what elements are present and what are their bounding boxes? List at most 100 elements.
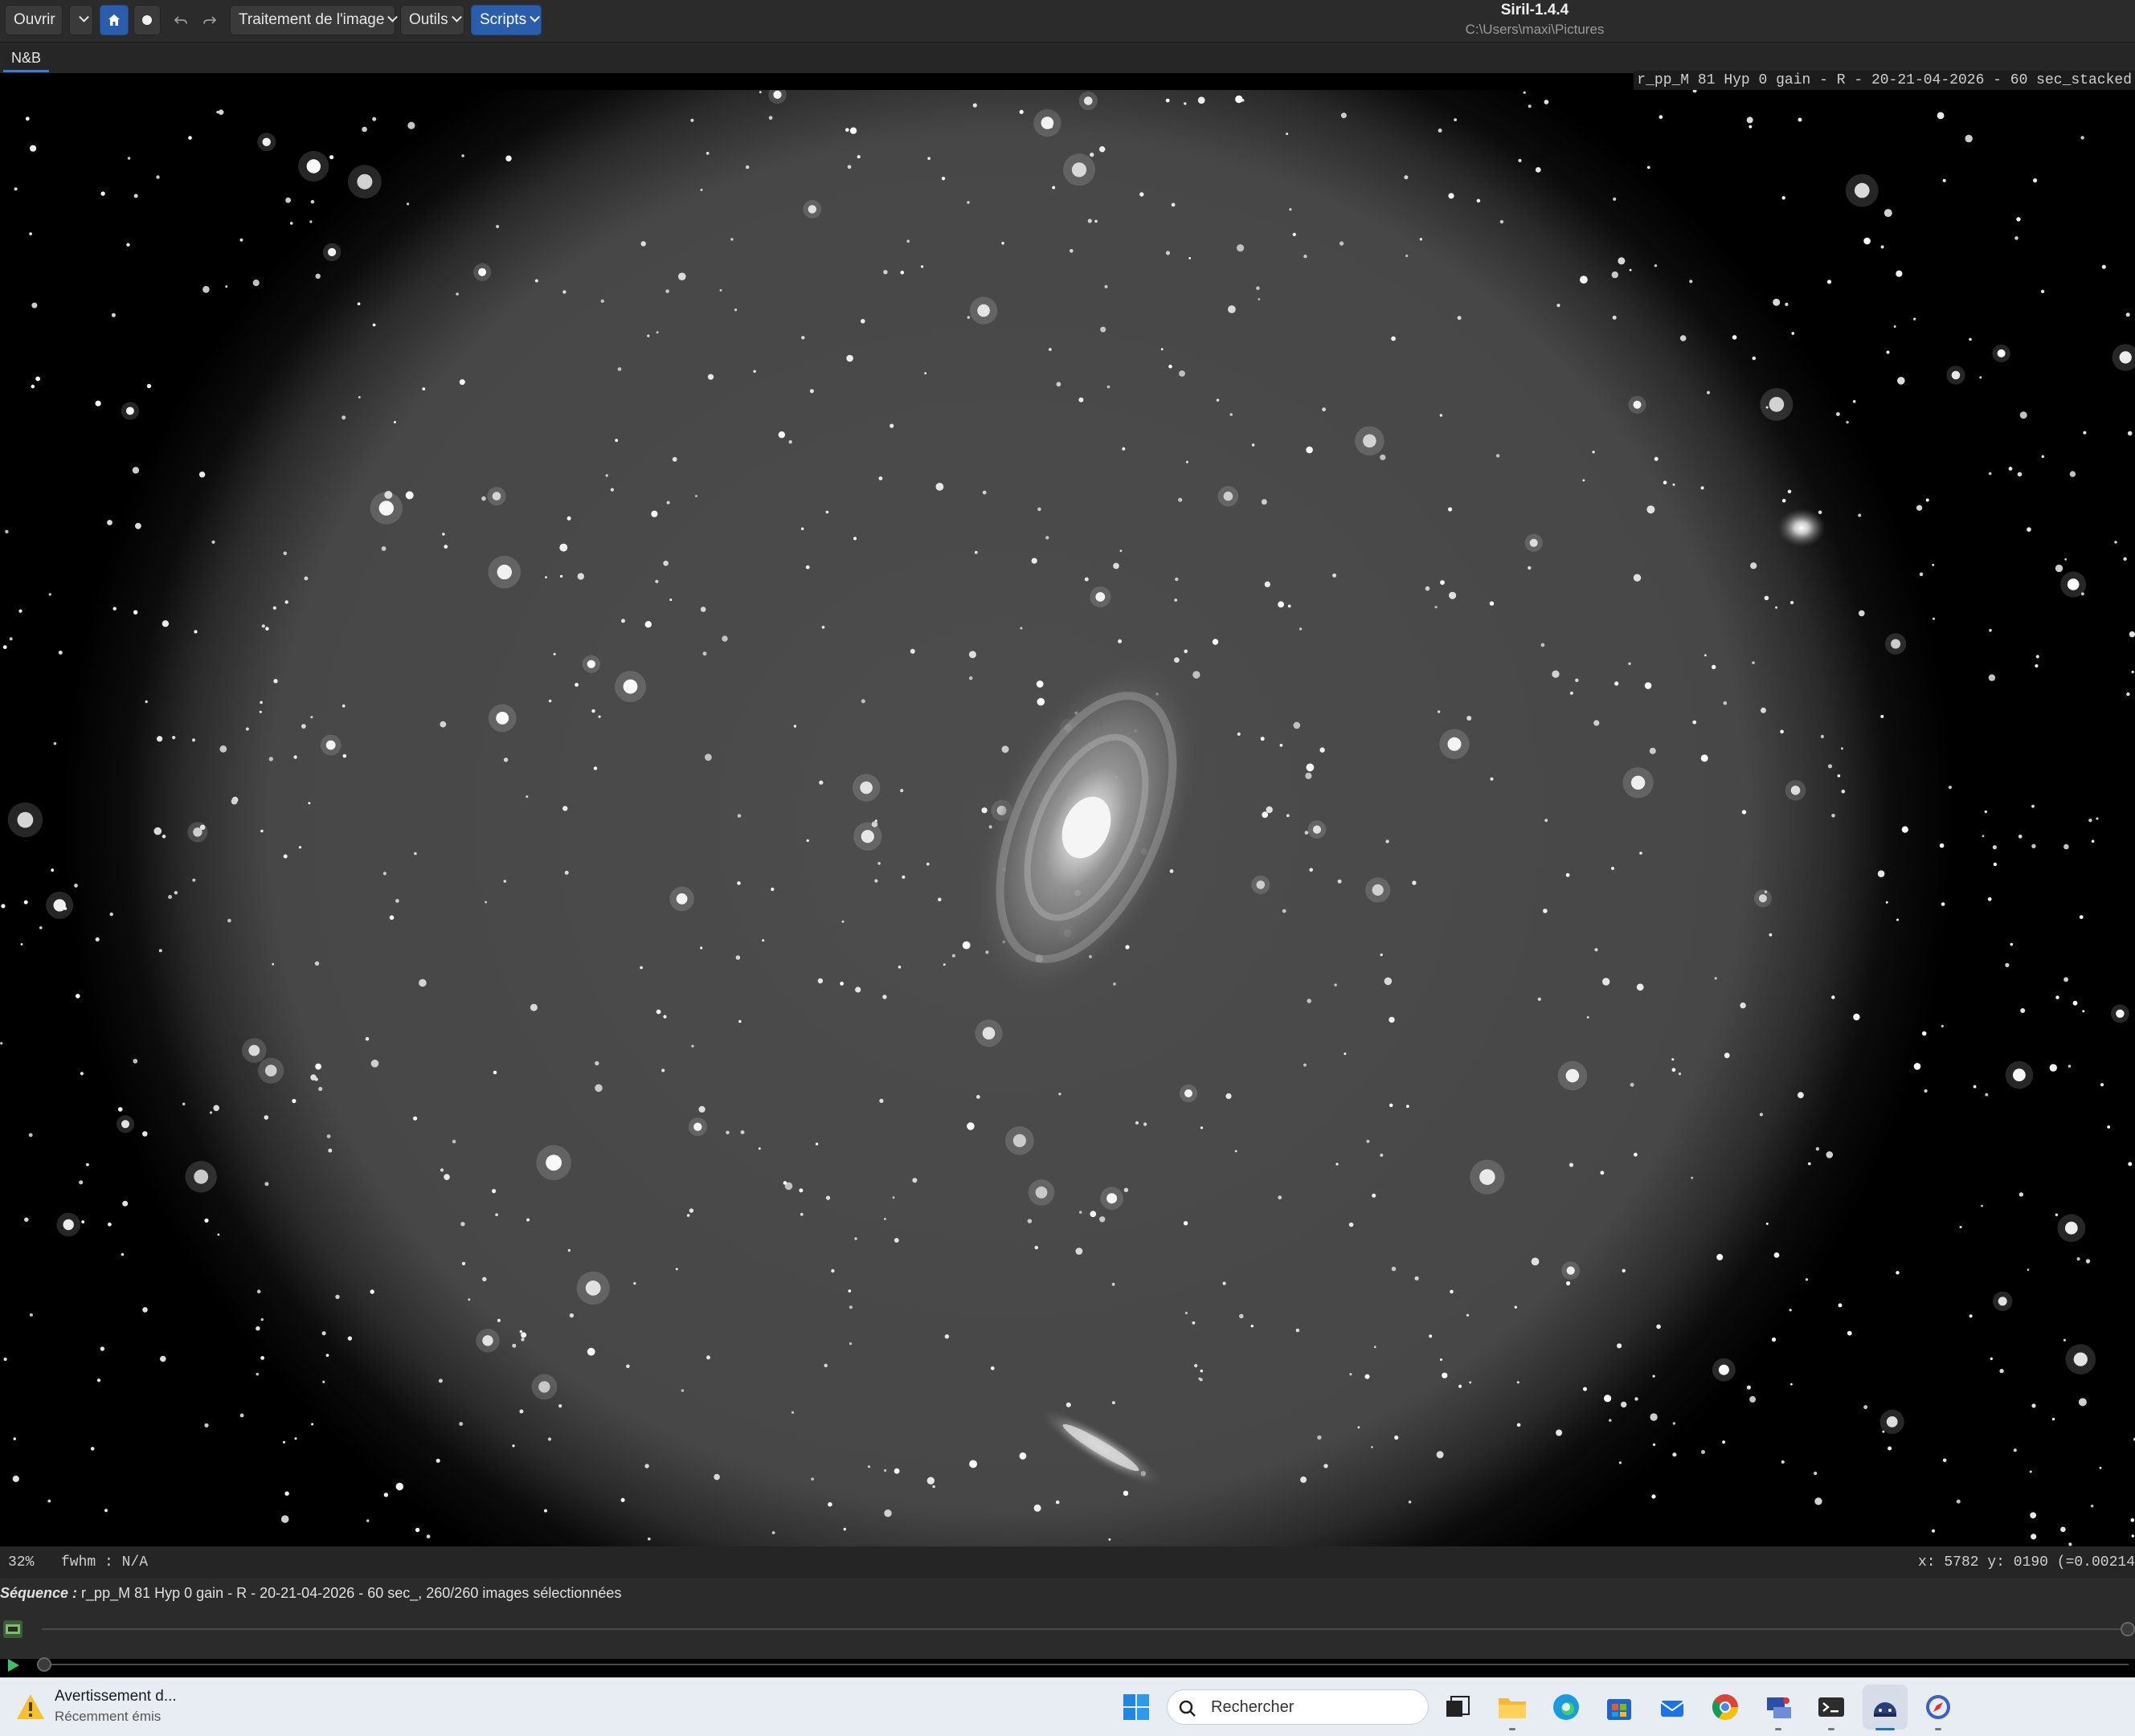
- star: [893, 1196, 895, 1199]
- star: [1002, 745, 1009, 753]
- star: [689, 1208, 693, 1212]
- taskbar-search-box[interactable]: Rechercher: [1167, 1689, 1429, 1725]
- notification-title[interactable]: Avertissement d...: [55, 1688, 177, 1705]
- star: [1122, 447, 1125, 451]
- star: [2086, 1259, 2090, 1263]
- star-halo: [975, 1019, 1002, 1047]
- star: [1070, 249, 1074, 253]
- star: [265, 627, 269, 631]
- star: [63, 907, 67, 910]
- frame-slider-track[interactable]: [42, 1628, 2129, 1630]
- frame-slider-knob[interactable]: [2121, 1622, 2135, 1636]
- star: [1774, 1252, 1780, 1258]
- star: [358, 396, 361, 398]
- star: [1712, 665, 1716, 669]
- star: [142, 1131, 148, 1137]
- star: [284, 855, 288, 859]
- star: [849, 1305, 853, 1309]
- image-filename: r_pp_M 81 Hyp 0 gain - R - 20-21-04-2026…: [1634, 71, 2135, 90]
- star: [1185, 1312, 1188, 1314]
- star: [100, 1346, 104, 1350]
- star: [283, 1441, 285, 1444]
- star: [1863, 238, 1871, 245]
- star: [260, 830, 264, 833]
- star: [133, 467, 139, 473]
- star: [1569, 1163, 1573, 1167]
- task-view-icon[interactable]: [1442, 1691, 1474, 1723]
- star: [1680, 335, 1687, 341]
- network-tool-icon[interactable]: [1762, 1691, 1794, 1723]
- chrome-icon[interactable]: [1709, 1691, 1741, 1723]
- home-button[interactable]: [100, 5, 129, 35]
- live-stack-button[interactable]: [133, 5, 161, 35]
- edge-browser-icon[interactable]: [1550, 1691, 1582, 1723]
- mail-icon[interactable]: [1656, 1691, 1688, 1723]
- star: [1161, 348, 1164, 350]
- star: [422, 387, 425, 390]
- star: [2083, 431, 2086, 435]
- star: [100, 191, 104, 195]
- star: [1602, 978, 1609, 985]
- star: [801, 336, 804, 339]
- star: [663, 1015, 666, 1019]
- image-processing-menu[interactable]: Traitement de l'image: [230, 5, 395, 35]
- star: [1969, 1314, 1973, 1317]
- star: [308, 802, 310, 804]
- star: [1634, 574, 1641, 582]
- star: [526, 795, 528, 798]
- star: [1517, 1381, 1519, 1383]
- star: [1853, 1014, 1859, 1020]
- star-halo: [1063, 153, 1095, 186]
- star: [1252, 443, 1255, 447]
- star: [1994, 863, 1997, 866]
- star: [816, 1142, 818, 1145]
- windows-start-icon[interactable]: [1120, 1691, 1152, 1723]
- star: [256, 1373, 260, 1376]
- compass-app-icon[interactable]: [1922, 1691, 1954, 1723]
- play-button[interactable]: [3, 1656, 22, 1674]
- playback-slider-knob[interactable]: [37, 1657, 51, 1672]
- playback-slider-track[interactable]: [42, 1664, 2129, 1665]
- star: [264, 1182, 268, 1186]
- star: [1593, 720, 1599, 725]
- star: [963, 942, 971, 950]
- redo-button[interactable]: [196, 5, 223, 35]
- star: [1034, 1505, 1041, 1512]
- open-button[interactable]: Ouvrir: [5, 5, 63, 35]
- tab-nb[interactable]: N&B: [3, 46, 49, 72]
- star: [384, 1493, 388, 1497]
- file-explorer-icon[interactable]: [1496, 1691, 1528, 1723]
- star: [559, 544, 567, 552]
- star-halo: [117, 1115, 134, 1133]
- star: [1235, 96, 1242, 103]
- warning-icon[interactable]: [14, 1691, 47, 1723]
- star: [853, 537, 857, 540]
- recent-files-dropdown[interactable]: [69, 5, 93, 35]
- star: [1322, 407, 1326, 411]
- undo-button[interactable]: [167, 5, 194, 35]
- star: [1371, 1446, 1373, 1448]
- terminal-icon[interactable]: [1815, 1691, 1847, 1723]
- scripts-menu[interactable]: Scripts: [471, 5, 542, 35]
- microsoft-store-icon[interactable]: [1603, 1691, 1635, 1723]
- star: [1374, 1346, 1376, 1348]
- star: [1412, 880, 1416, 884]
- star: [2080, 915, 2084, 919]
- sequence-panel: Séquence : r_pp_M 81 Hyp 0 gain - R - 20…: [0, 1579, 2135, 1659]
- star: [1515, 1306, 1517, 1309]
- star: [133, 611, 137, 615]
- star: [521, 1338, 524, 1341]
- star: [1225, 1093, 1231, 1099]
- tools-menu[interactable]: Outils: [400, 5, 464, 35]
- star: [1949, 786, 1952, 789]
- star: [1020, 1452, 1027, 1460]
- star: [1753, 357, 1757, 361]
- astro-image[interactable]: [0, 90, 2135, 1546]
- star: [284, 552, 288, 556]
- image-viewer[interactable]: [0, 90, 2135, 1546]
- star: [2126, 312, 2130, 317]
- star-halo: [1100, 1187, 1123, 1210]
- star: [1993, 845, 1997, 849]
- image-list-icon[interactable]: [3, 1620, 22, 1638]
- star: [849, 1342, 852, 1345]
